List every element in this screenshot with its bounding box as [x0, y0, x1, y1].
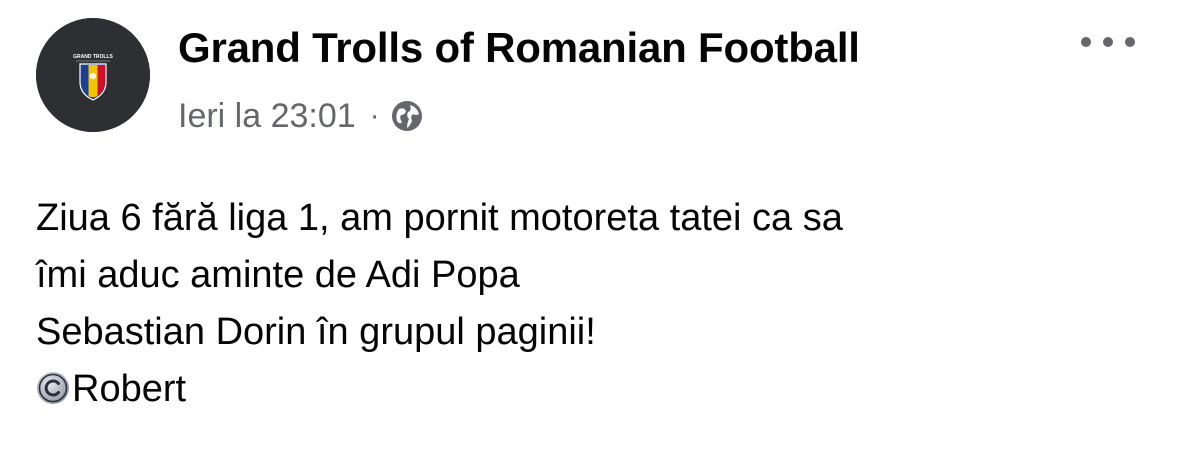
globe-icon[interactable] — [390, 99, 424, 133]
meta-separator: · — [369, 99, 380, 132]
post-signature-line: Robert — [36, 361, 1166, 418]
post-text-line: Ziua 6 fără liga 1, am pornit motoreta t… — [36, 197, 843, 239]
post-signature: Robert — [72, 368, 187, 410]
post-meta: Ieri la 23:01 · — [178, 94, 424, 138]
team-crest-logo: GRAND TROLLS — [36, 18, 150, 132]
svg-text:GRAND TROLLS: GRAND TROLLS — [73, 54, 113, 60]
post-text-line: Sebastian Dorin în grupul paginii! — [36, 311, 596, 353]
more-options-icon — [1081, 37, 1135, 47]
more-options-button[interactable] — [1068, 22, 1148, 62]
post-body: Ziua 6 fără liga 1, am pornit motoreta t… — [36, 190, 1166, 418]
facebook-post: GRAND TROLLS Grand Trolls of Romanian Fo… — [0, 0, 1200, 454]
copyright-icon — [37, 372, 69, 404]
post-timestamp[interactable]: Ieri la 23:01 — [178, 97, 356, 136]
post-text-line: îmi aduc aminte de Adi Popa — [36, 254, 520, 296]
page-name-link[interactable]: Grand Trolls of Romanian Football — [178, 24, 860, 72]
page-avatar[interactable]: GRAND TROLLS — [36, 18, 150, 132]
